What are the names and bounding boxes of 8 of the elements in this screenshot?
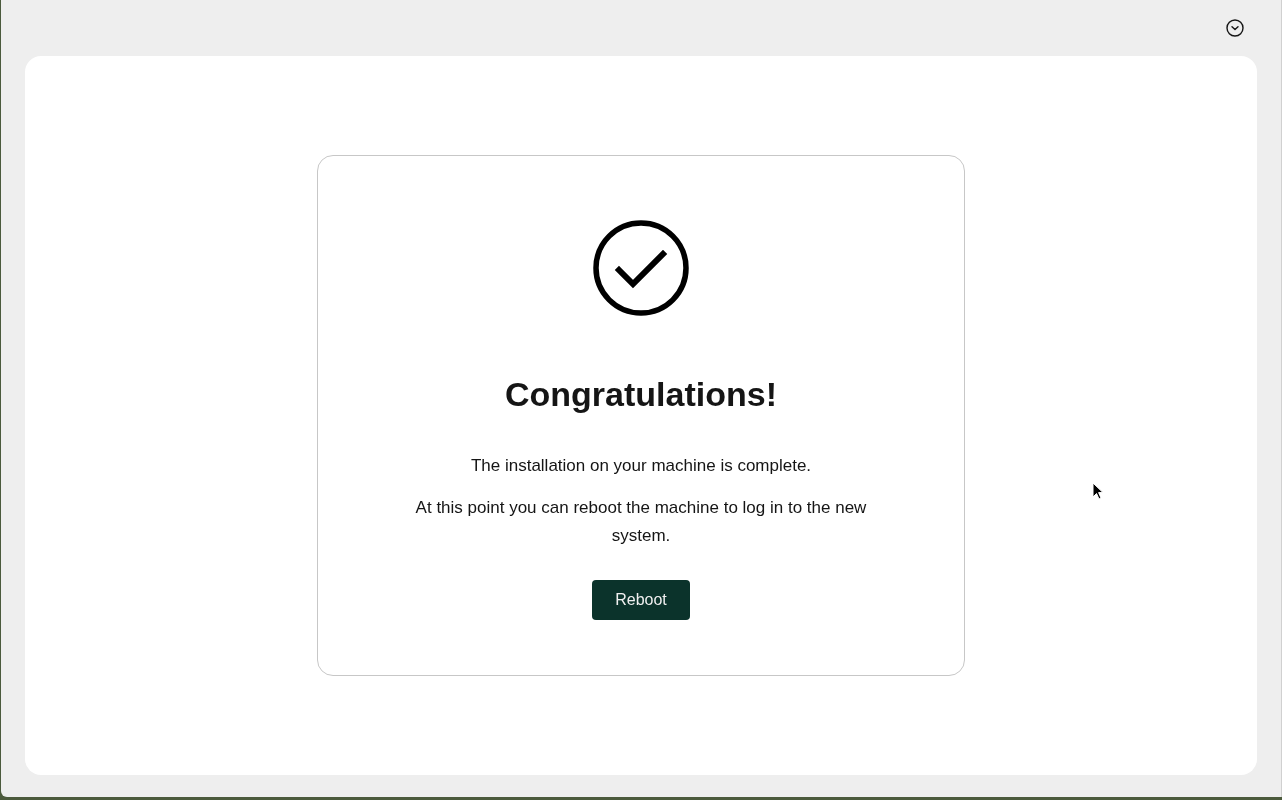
chevron-down-circle-button[interactable] — [1225, 18, 1245, 38]
chevron-down-circle-icon — [1226, 19, 1244, 37]
reboot-button[interactable]: Reboot — [592, 580, 690, 620]
card-message: The installation on your machine is complete. — [470, 455, 812, 477]
card-title: Congratulations! — [505, 374, 777, 414]
check-circle-icon — [593, 220, 689, 316]
card-message: At this point you can reboot the machine to log in to the new system. — [414, 497, 868, 547]
mouse-pointer-icon — [1092, 482, 1104, 500]
